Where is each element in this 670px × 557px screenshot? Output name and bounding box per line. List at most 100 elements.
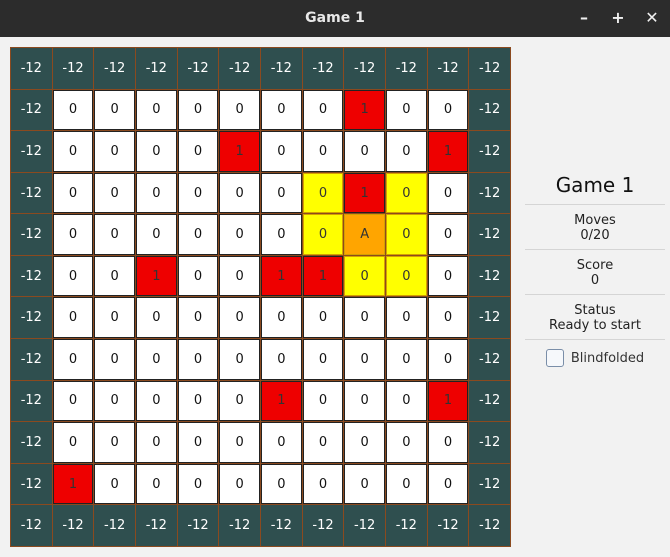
- hazard-cell[interactable]: 1: [219, 131, 260, 172]
- wall-cell[interactable]: -12: [11, 463, 52, 505]
- board-cell[interactable]: 0: [261, 131, 302, 172]
- board-cell[interactable]: 0: [94, 214, 135, 255]
- hazard-cell[interactable]: 1: [261, 380, 302, 422]
- wall-cell[interactable]: -12: [469, 89, 510, 131]
- board-cell[interactable]: 0: [177, 255, 219, 297]
- board-cell[interactable]: 0: [94, 172, 135, 214]
- board-cell[interactable]: 0: [136, 131, 177, 172]
- board-cell[interactable]: 0: [427, 89, 469, 131]
- board-cell[interactable]: 0: [302, 339, 344, 380]
- visible-cell[interactable]: 0: [386, 172, 427, 214]
- hazard-cell[interactable]: 1: [427, 380, 469, 422]
- board-cell[interactable]: 0: [177, 214, 219, 255]
- blindfolded-toggle[interactable]: Blindfolded: [525, 340, 665, 376]
- board-cell[interactable]: 0: [386, 131, 427, 172]
- board-cell[interactable]: 0: [177, 339, 219, 380]
- board-cell[interactable]: 0: [94, 89, 135, 131]
- hazard-cell[interactable]: 1: [302, 255, 344, 297]
- blindfolded-checkbox[interactable]: [545, 349, 564, 367]
- wall-cell[interactable]: -12: [469, 463, 510, 505]
- maximize-button[interactable]: +: [606, 6, 630, 30]
- board-cell[interactable]: 0: [427, 339, 469, 380]
- wall-cell[interactable]: -12: [386, 48, 427, 89]
- board-cell[interactable]: 0: [302, 463, 344, 505]
- board-cell[interactable]: 0: [177, 172, 219, 214]
- board-cell[interactable]: 0: [52, 380, 94, 422]
- visible-cell[interactable]: 0: [344, 255, 385, 297]
- wall-cell[interactable]: -12: [11, 339, 52, 380]
- wall-cell[interactable]: -12: [469, 505, 510, 546]
- visible-cell[interactable]: 0: [386, 255, 427, 297]
- board-cell[interactable]: 0: [344, 463, 385, 505]
- wall-cell[interactable]: -12: [11, 172, 52, 214]
- wall-cell[interactable]: -12: [94, 48, 135, 89]
- board-cell[interactable]: 0: [52, 297, 94, 339]
- board-cell[interactable]: 0: [344, 131, 385, 172]
- wall-cell[interactable]: -12: [302, 505, 344, 546]
- wall-cell[interactable]: -12: [11, 380, 52, 422]
- board-cell[interactable]: 0: [136, 422, 177, 463]
- board-cell[interactable]: 0: [52, 422, 94, 463]
- board-cell[interactable]: 0: [261, 297, 302, 339]
- board-cell[interactable]: 0: [94, 422, 135, 463]
- wall-cell[interactable]: -12: [11, 131, 52, 172]
- wall-cell[interactable]: -12: [261, 48, 302, 89]
- board-cell[interactable]: 0: [94, 255, 135, 297]
- hazard-cell[interactable]: 1: [136, 255, 177, 297]
- board-cell[interactable]: 0: [219, 380, 260, 422]
- board-cell[interactable]: 0: [302, 131, 344, 172]
- minimize-button[interactable]: –: [572, 6, 596, 30]
- visible-cell[interactable]: 0: [302, 172, 344, 214]
- hazard-cell[interactable]: 1: [344, 89, 385, 131]
- wall-cell[interactable]: -12: [302, 48, 344, 89]
- board-cell[interactable]: 0: [177, 422, 219, 463]
- wall-cell[interactable]: -12: [469, 214, 510, 255]
- wall-cell[interactable]: -12: [427, 48, 469, 89]
- wall-cell[interactable]: -12: [11, 89, 52, 131]
- wall-cell[interactable]: -12: [469, 422, 510, 463]
- board-cell[interactable]: 0: [52, 339, 94, 380]
- board-cell[interactable]: 0: [261, 172, 302, 214]
- board-cell[interactable]: 0: [219, 89, 260, 131]
- board-cell[interactable]: 0: [219, 422, 260, 463]
- board-cell[interactable]: 0: [136, 214, 177, 255]
- board-cell[interactable]: 0: [386, 339, 427, 380]
- wall-cell[interactable]: -12: [177, 48, 219, 89]
- board-cell[interactable]: 0: [427, 255, 469, 297]
- board-cell[interactable]: 0: [261, 339, 302, 380]
- wall-cell[interactable]: -12: [469, 297, 510, 339]
- board-cell[interactable]: 0: [261, 214, 302, 255]
- wall-cell[interactable]: -12: [177, 505, 219, 546]
- board-cell[interactable]: 0: [344, 339, 385, 380]
- wall-cell[interactable]: -12: [52, 48, 94, 89]
- wall-cell[interactable]: -12: [11, 255, 52, 297]
- board-cell[interactable]: 0: [386, 297, 427, 339]
- wall-cell[interactable]: -12: [11, 48, 52, 89]
- wall-cell[interactable]: -12: [427, 505, 469, 546]
- board-cell[interactable]: 0: [136, 89, 177, 131]
- wall-cell[interactable]: -12: [11, 214, 52, 255]
- board-cell[interactable]: 0: [261, 89, 302, 131]
- wall-cell[interactable]: -12: [469, 339, 510, 380]
- board-cell[interactable]: 0: [219, 339, 260, 380]
- board-cell[interactable]: 0: [386, 380, 427, 422]
- board-cell[interactable]: 0: [302, 380, 344, 422]
- hazard-cell[interactable]: 1: [261, 255, 302, 297]
- board-cell[interactable]: 0: [344, 297, 385, 339]
- board-cell[interactable]: 0: [136, 380, 177, 422]
- board-cell[interactable]: 0: [136, 463, 177, 505]
- board-cell[interactable]: 0: [136, 297, 177, 339]
- wall-cell[interactable]: -12: [11, 422, 52, 463]
- board-cell[interactable]: 0: [302, 297, 344, 339]
- board-cell[interactable]: 0: [427, 463, 469, 505]
- board-cell[interactable]: 0: [219, 172, 260, 214]
- board-cell[interactable]: 0: [427, 172, 469, 214]
- wall-cell[interactable]: -12: [94, 505, 135, 546]
- wall-cell[interactable]: -12: [52, 505, 94, 546]
- board-cell[interactable]: 0: [344, 422, 385, 463]
- board-cell[interactable]: 0: [94, 131, 135, 172]
- wall-cell[interactable]: -12: [11, 297, 52, 339]
- board-cell[interactable]: 0: [177, 131, 219, 172]
- agent-cell[interactable]: A: [344, 214, 385, 255]
- wall-cell[interactable]: -12: [469, 172, 510, 214]
